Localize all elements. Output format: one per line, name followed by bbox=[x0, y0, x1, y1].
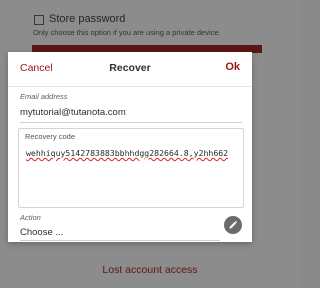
store-password-checkbox[interactable] bbox=[34, 15, 44, 25]
recovery-code-label: Recovery code bbox=[25, 132, 76, 141]
store-password-hint: Only choose this option if you are using… bbox=[33, 28, 221, 37]
recovery-code-value[interactable]: wehhiquy5142783883bbhhdgg282664.8,y2hh66… bbox=[26, 147, 238, 159]
action-field-underline bbox=[20, 240, 220, 241]
email-field[interactable] bbox=[20, 107, 242, 118]
email-field-underline bbox=[20, 122, 242, 123]
ok-button[interactable]: Ok bbox=[225, 61, 240, 73]
action-field-label: Action bbox=[20, 213, 41, 222]
lost-account-access-link[interactable]: Lost account access bbox=[0, 264, 300, 276]
dialog-header: Cancel Recover Ok bbox=[8, 52, 252, 87]
edit-action-button[interactable] bbox=[224, 216, 242, 234]
action-dropdown[interactable]: Choose ... bbox=[20, 227, 63, 238]
dialog-title: Recover bbox=[109, 62, 151, 74]
pencil-icon bbox=[229, 220, 238, 229]
recovery-code-textarea[interactable]: Recovery code wehhiquy5142783883bbhhdgg2… bbox=[18, 128, 244, 208]
store-password-label: Store password bbox=[49, 13, 126, 25]
recover-dialog: Cancel Recover Ok Email address Recovery… bbox=[8, 52, 252, 242]
email-field-label: Email address bbox=[20, 92, 68, 101]
